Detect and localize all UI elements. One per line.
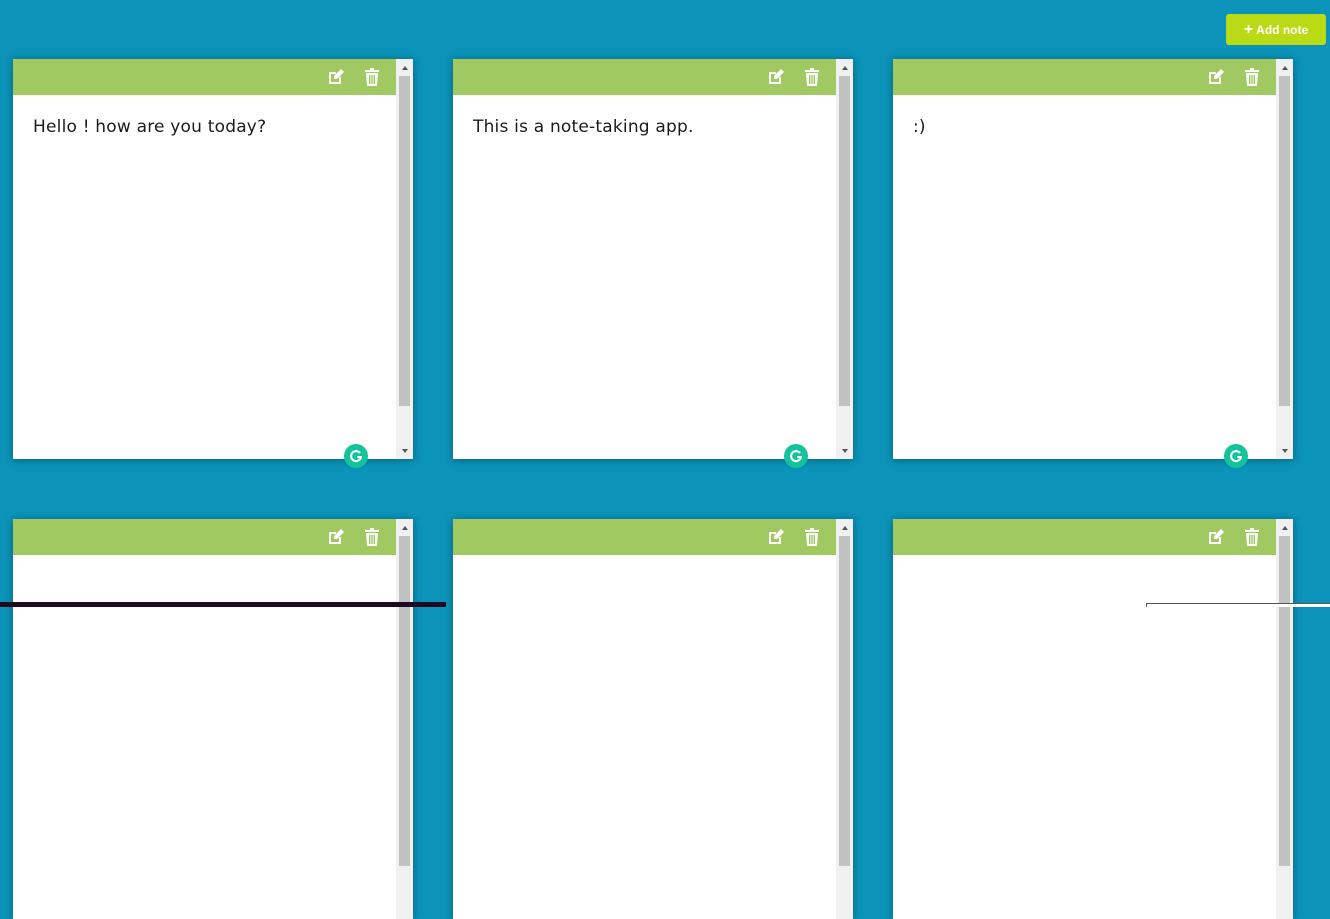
scrollbar-thumb[interactable] bbox=[399, 536, 410, 866]
scroll-up-arrow-icon[interactable] bbox=[396, 59, 413, 76]
scrollbar-thumb[interactable] bbox=[839, 536, 850, 866]
note-header bbox=[453, 519, 836, 555]
taskbar-edge bbox=[0, 602, 446, 607]
edit-icon[interactable] bbox=[766, 67, 786, 87]
grammarly-icon[interactable] bbox=[784, 444, 808, 468]
note-header bbox=[893, 519, 1276, 555]
scrollbar[interactable] bbox=[396, 519, 413, 919]
scrollbar-thumb[interactable] bbox=[399, 76, 410, 406]
note-header bbox=[13, 519, 396, 555]
note-header bbox=[893, 59, 1276, 95]
scroll-down-arrow-icon[interactable] bbox=[836, 442, 853, 459]
add-note-button[interactable]: + Add note bbox=[1226, 14, 1326, 45]
scroll-down-arrow-icon[interactable] bbox=[1276, 442, 1293, 459]
scrollbar-thumb[interactable] bbox=[839, 76, 850, 406]
edit-icon[interactable] bbox=[326, 527, 346, 547]
note-text[interactable]: This is a note-taking app. bbox=[473, 117, 828, 137]
edit-icon[interactable] bbox=[326, 67, 346, 87]
trash-icon[interactable] bbox=[802, 67, 822, 87]
trash-icon[interactable] bbox=[1242, 527, 1262, 547]
trash-icon[interactable] bbox=[1242, 67, 1262, 87]
edit-icon[interactable] bbox=[1206, 527, 1226, 547]
edit-icon[interactable] bbox=[766, 527, 786, 547]
note-card: This is a note-taking app. bbox=[453, 59, 853, 468]
scrollbar[interactable] bbox=[836, 59, 853, 459]
scrollbar-thumb[interactable] bbox=[1279, 76, 1290, 406]
grammarly-icon[interactable] bbox=[1224, 444, 1248, 468]
note-card bbox=[893, 519, 1293, 919]
trash-icon[interactable] bbox=[362, 67, 382, 87]
grammarly-icon[interactable] bbox=[344, 444, 368, 468]
note-text[interactable]: Hello ! how are you today? bbox=[33, 117, 388, 137]
edit-icon[interactable] bbox=[1206, 67, 1226, 87]
scroll-up-arrow-icon[interactable] bbox=[396, 519, 413, 536]
note-header bbox=[13, 59, 396, 95]
scrollbar-thumb[interactable] bbox=[1279, 536, 1290, 866]
trash-icon[interactable] bbox=[362, 527, 382, 547]
popup-edge bbox=[1146, 603, 1330, 607]
note-header bbox=[453, 59, 836, 95]
scroll-up-arrow-icon[interactable] bbox=[1276, 519, 1293, 536]
note-card: :) bbox=[893, 59, 1293, 468]
note-card bbox=[13, 519, 413, 919]
scroll-down-arrow-icon[interactable] bbox=[396, 442, 413, 459]
trash-icon[interactable] bbox=[802, 527, 822, 547]
note-text[interactable]: :) bbox=[913, 117, 1268, 137]
add-note-label: Add note bbox=[1256, 22, 1309, 37]
scrollbar[interactable] bbox=[836, 519, 853, 919]
scroll-up-arrow-icon[interactable] bbox=[1276, 59, 1293, 76]
plus-icon: + bbox=[1243, 20, 1254, 38]
scroll-up-arrow-icon[interactable] bbox=[836, 519, 853, 536]
scrollbar[interactable] bbox=[1276, 519, 1293, 919]
note-card: Hello ! how are you today? bbox=[13, 59, 413, 468]
scroll-up-arrow-icon[interactable] bbox=[836, 59, 853, 76]
scrollbar[interactable] bbox=[1276, 59, 1293, 459]
scrollbar[interactable] bbox=[396, 59, 413, 459]
note-card bbox=[453, 519, 853, 919]
